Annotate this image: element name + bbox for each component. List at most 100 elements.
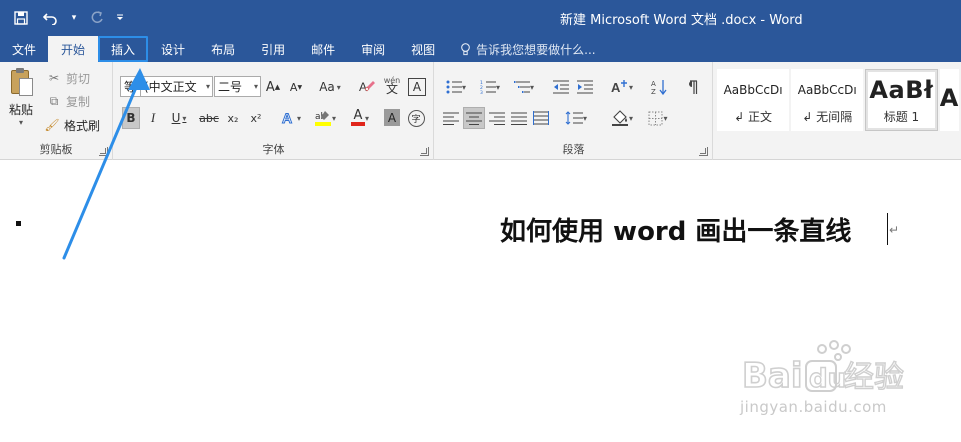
format-painter-button[interactable]: 🖌 格式刷	[44, 115, 100, 135]
strikethrough-text: abc	[199, 111, 219, 125]
style-normal[interactable]: AaBbCcDı ↲ 正文	[717, 69, 790, 131]
scissors-icon: ✂	[48, 71, 60, 85]
tab-references[interactable]: 引用	[248, 36, 298, 62]
svg-text:A: A	[359, 80, 367, 94]
underline-button[interactable]: U ▾	[166, 107, 192, 129]
chinese-layout-icon: A	[611, 80, 627, 95]
svg-text:经验: 经验	[844, 360, 904, 395]
paragraph-mark: ↵	[889, 223, 900, 237]
tab-insert[interactable]: 插入	[98, 36, 149, 62]
bullets-icon	[446, 80, 462, 94]
style-no-spacing-name: ↲ 无间隔	[802, 109, 853, 124]
grow-font-button[interactable]: A ▲	[264, 76, 282, 98]
highlight-color-button[interactable]: ab ▾	[311, 107, 339, 129]
superscript-text: x²	[250, 111, 262, 125]
tab-design[interactable]: 设计	[148, 36, 198, 62]
font-name-prefix-text: 等	[124, 80, 137, 94]
borders-button[interactable]: ▾	[643, 107, 673, 129]
paste-icon	[9, 68, 33, 98]
customize-qat-icon[interactable]	[114, 7, 126, 29]
tab-file[interactable]: 文件	[0, 36, 48, 62]
char-border-button[interactable]: A	[408, 78, 426, 96]
shrink-font-text: A	[289, 80, 298, 94]
char-shading-text: A	[387, 110, 397, 125]
window-title: 新建 Microsoft Word 文档 .docx - Word	[560, 13, 803, 28]
clipboard-group: 粘贴 ▾ ✂ 剪切 ⧉ 复制 🖌 格式刷 剪贴板	[0, 62, 113, 160]
grow-font-text: A	[265, 79, 275, 95]
font-launcher-icon[interactable]	[420, 147, 429, 156]
numbering-button[interactable]: 1 2 3 ▾	[475, 76, 505, 98]
lightbulb-icon	[461, 42, 470, 55]
shading-button[interactable]: ▾	[607, 107, 637, 129]
tab-view[interactable]: 视图	[398, 36, 448, 62]
redo-icon[interactable]	[84, 7, 110, 29]
sort-icon[interactable]: AZ	[649, 76, 669, 98]
font-color-button[interactable]: A ▾	[346, 107, 374, 129]
font-name-combo[interactable]: (中文正文 ▾	[140, 76, 213, 97]
align-right-icon[interactable]	[487, 107, 507, 129]
phonetic-bottom-text: 文	[385, 82, 398, 96]
style-heading-2-sample: A	[939, 84, 959, 112]
bullets-button[interactable]: ▾	[441, 76, 471, 98]
paragraph-group: ▾ 1 2 3 ▾ ▾ A ▾ AZ ▾ ▾ ▾ 段落	[435, 62, 713, 160]
undo-dropdown-icon[interactable]: ▾	[68, 7, 80, 29]
paragraph-group-label: 段落	[562, 143, 585, 156]
copy-label: 复制	[66, 94, 91, 109]
shrink-font-button[interactable]: A ▼	[287, 76, 305, 98]
tell-me-text: 告诉我您想要做什么...	[476, 42, 596, 57]
paste-button[interactable]: 粘贴 ▾	[4, 68, 38, 140]
superscript-button[interactable]: x²	[247, 107, 265, 129]
multilevel-list-button[interactable]: ▾	[509, 76, 539, 98]
subscript-button[interactable]: x₂	[224, 107, 242, 129]
svg-text:A: A	[651, 80, 656, 88]
char-shading-button[interactable]: A	[384, 109, 400, 126]
clipboard-launcher-icon[interactable]	[99, 147, 108, 156]
tab-review[interactable]: 审阅	[348, 36, 398, 62]
style-heading-1[interactable]: AaBł 标题 1	[865, 69, 938, 131]
paragraph-launcher-icon[interactable]	[699, 147, 708, 156]
tell-me-box[interactable]: 告诉我您想要做什么...	[448, 36, 596, 62]
font-size-value: 二号	[218, 80, 243, 94]
text-effects-button[interactable]: A ▾	[277, 107, 305, 129]
italic-button[interactable]: I	[145, 107, 161, 129]
font-size-combo[interactable]: 二号 ▾	[214, 76, 261, 97]
distributed-icon[interactable]	[531, 107, 551, 129]
tab-home[interactable]: 开始	[48, 36, 99, 62]
subscript-text: x₂	[227, 111, 239, 125]
enclose-characters-button[interactable]: 字	[406, 107, 426, 129]
change-case-button[interactable]: Aa ▾	[315, 76, 345, 98]
copy-button[interactable]: ⧉ 复制	[46, 91, 90, 111]
style-no-spacing-sample: AaBbCcDı	[797, 82, 857, 97]
document-heading[interactable]: 如何使用 word 画出一条直线	[500, 211, 851, 248]
bold-button[interactable]: B	[122, 107, 140, 129]
font-name-prefix[interactable]: 等	[120, 76, 140, 97]
chinese-layout-button[interactable]: A ▾	[607, 76, 637, 98]
decrease-indent-icon[interactable]	[551, 76, 571, 98]
clear-formatting-icon[interactable]: A	[358, 76, 376, 98]
font-name-dropdown-icon: ▾	[205, 82, 210, 91]
show-hide-marks-icon[interactable]	[683, 76, 701, 98]
multilevel-list-icon	[513, 81, 530, 93]
clipboard-group-label: 剪贴板	[39, 143, 73, 156]
increase-indent-icon[interactable]	[575, 76, 595, 98]
strikethrough-button[interactable]: abc	[198, 107, 220, 129]
save-icon[interactable]	[8, 7, 34, 29]
copy-icon: ⧉	[49, 93, 59, 108]
justify-icon[interactable]	[509, 107, 529, 129]
font-group-label: 字体	[262, 143, 285, 156]
change-case-text: Aa	[319, 80, 335, 94]
borders-icon	[648, 111, 663, 125]
numbering-icon: 123	[480, 80, 496, 94]
line-spacing-button[interactable]: ▾	[561, 107, 591, 129]
style-no-spacing[interactable]: AaBbCcDı ↲ 无间隔	[791, 69, 864, 131]
font-group: 等 (中文正文 ▾ 二号 ▾ A ▲ A ▼ Aa ▾ A wén 文 A B …	[114, 62, 434, 160]
align-left-icon[interactable]	[441, 107, 461, 129]
paint-bucket-icon	[611, 110, 628, 126]
tab-layout[interactable]: 布局	[198, 36, 248, 62]
cut-button[interactable]: ✂ 剪切	[46, 68, 90, 88]
tab-mailings[interactable]: 邮件	[298, 36, 348, 62]
align-center-icon[interactable]	[463, 107, 485, 129]
undo-icon[interactable]	[38, 7, 64, 29]
style-heading-2[interactable]: A	[939, 69, 960, 131]
phonetic-guide-button[interactable]: wén 文	[382, 74, 402, 96]
